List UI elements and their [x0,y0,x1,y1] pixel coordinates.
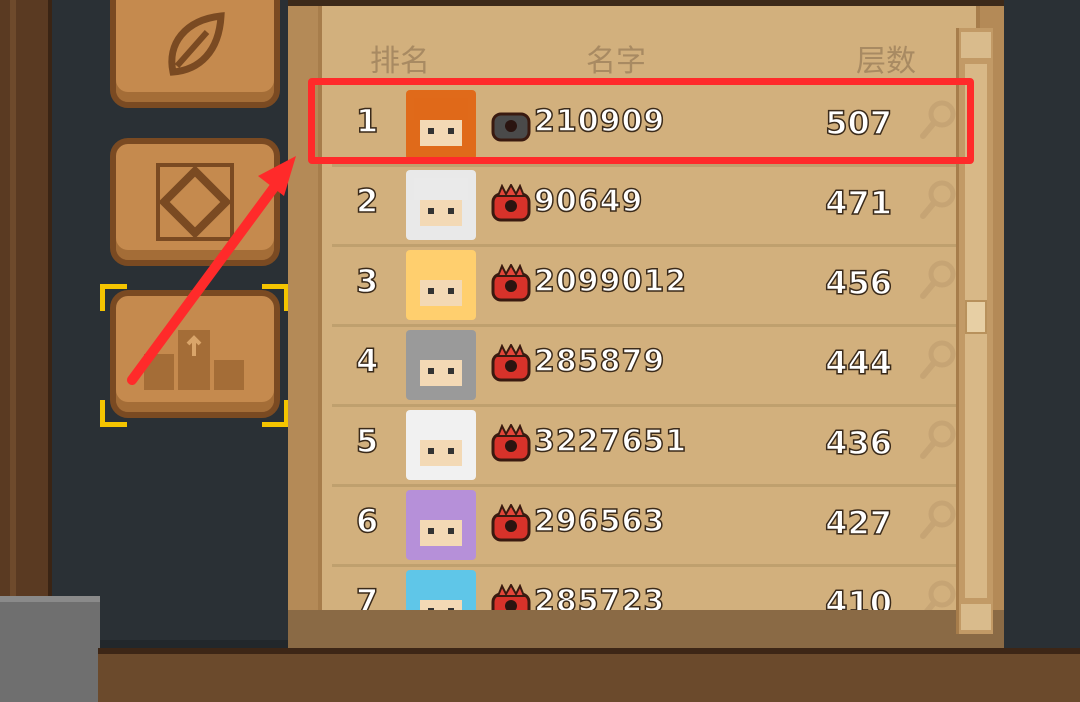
player-name: 3227651 [533,423,688,460]
floor-score: 427 [824,503,892,543]
floor-score: 456 [824,263,892,303]
magnifier-icon[interactable] [918,418,958,462]
player-avatar[interactable] [406,410,476,480]
panel-bottom-band [288,610,1004,648]
rank-number: 6 [355,501,379,541]
diamond-button[interactable] [110,138,280,266]
floor-score: 471 [824,183,892,223]
leaderboard-row[interactable]: 4 285879 444 [332,324,956,407]
magnifier-icon[interactable] [918,178,958,222]
leaderboard-row[interactable]: 5 3227651 436 [332,404,956,487]
leaf-icon [168,12,225,76]
floor-score: 436 [824,423,892,463]
player-avatar[interactable] [406,330,476,400]
leaf-button[interactable] [110,0,280,108]
highlight-box [308,78,974,164]
selection-corner [100,400,127,427]
player-name: 285879 [533,343,666,380]
scroll-up-button[interactable] [961,32,991,58]
magnifier-icon[interactable] [918,338,958,382]
header-name: 名字 [586,44,646,79]
player-avatar[interactable] [406,490,476,560]
ranking-button[interactable] [110,290,280,418]
red-badge-icon [490,342,532,382]
selection-corner [100,284,127,311]
rank-bars-icon [144,330,244,390]
red-badge-icon [490,262,532,302]
list-header: 排名 名字 层数 [322,36,976,79]
red-badge-icon [490,422,532,462]
scroll-down-button[interactable] [961,604,991,630]
rank-number: 5 [355,421,379,461]
diamond-icon [156,163,234,241]
scroll-thumb[interactable] [965,300,987,334]
player-avatar[interactable] [406,170,476,240]
rank-number: 2 [355,181,379,221]
rank-number: 4 [355,341,379,381]
player-name: 296563 [533,503,666,540]
magnifier-icon[interactable] [918,498,958,542]
player-name: 90649 [533,183,644,220]
stone-block [0,596,100,702]
selection-corner [262,400,289,427]
selection-corner [262,284,289,311]
right-background [1004,0,1080,648]
floor-score: 444 [824,343,892,383]
leaderboard-row[interactable]: 3 2099012 456 [332,244,956,327]
player-avatar[interactable] [406,250,476,320]
magnifier-icon[interactable] [918,258,958,302]
left-wood-frame [0,0,52,600]
leaderboard-row[interactable]: 6 296563 427 [332,484,956,567]
bottom-wood-frame [98,648,1080,702]
header-floor: 层数 [856,44,916,79]
red-badge-icon [490,502,532,542]
rank-number: 3 [355,261,379,301]
red-badge-icon [490,182,532,222]
leaderboard-row[interactable]: 2 90649 471 [332,164,956,247]
header-rank: 排名 [370,44,430,79]
player-name: 2099012 [533,263,688,300]
